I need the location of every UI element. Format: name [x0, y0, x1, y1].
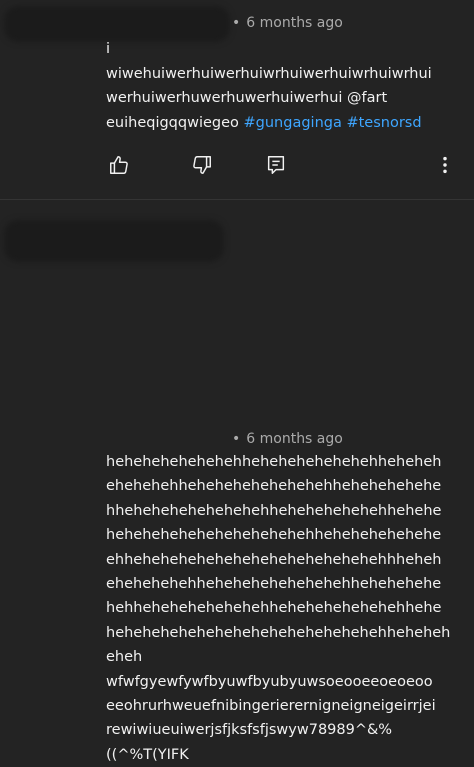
hashtag-link[interactable]: #gungaginga: [244, 115, 342, 131]
comment-timestamp: • 6 months ago: [232, 431, 343, 447]
comment-line: hehhehehehehehehehhehehehehehehehhehe: [106, 600, 442, 617]
dislike-button[interactable]: [189, 152, 215, 178]
meta-separator: •: [232, 15, 241, 31]
comment-line: ehehehehehhehehehehehehehehhehehehehe: [106, 576, 442, 593]
comment-line: eeohrurhweuefnibingerierernigneigneigeir…: [106, 698, 436, 715]
comment-text: i wiwehuiwerhuiwerhuiwrhuiwerhuiwrhuiwrh…: [106, 37, 466, 135]
thumbs-down-icon: [193, 156, 211, 174]
comment-line: eheh: [106, 649, 143, 666]
timestamp-text: 6 months ago: [246, 15, 343, 31]
comment-divider: [0, 199, 474, 200]
comment-line: euiheqigqqwiegeo: [106, 114, 239, 131]
comment-line: wiwehuiwerhuiwerhuiwrhuiwerhuiwrhuiwrhui: [106, 65, 432, 82]
comment-item: • 6 months ago hehehehehehehehheheheheheh…: [0, 206, 474, 763]
reply-comment-icon: [267, 156, 285, 174]
reply-button[interactable]: [263, 152, 289, 178]
comment-line: wfwfgyewfywfbyuwfbyubyuwsoeooeeoeoeoo: [106, 673, 433, 690]
comment-line: i: [106, 41, 111, 57]
comment-line: ((^%T(YIFK: [106, 746, 189, 763]
comment-line: rewiwiueuiwerjsfjksfsfjswyw78989^&%: [106, 722, 393, 739]
comment-line: ehhehehehehehehehehehehehehehehhheheh: [106, 551, 442, 568]
comment-line: hehehehehehehehhehehehehehehehheheheh: [106, 454, 442, 470]
redacted-author: [4, 220, 224, 262]
user-mention-link[interactable]: @fart: [347, 90, 387, 106]
more-actions-button[interactable]: [432, 152, 458, 178]
timestamp-text: 6 months ago: [246, 431, 343, 447]
hashtag-link[interactable]: #tesnorsd: [346, 115, 421, 131]
like-button[interactable]: [106, 152, 132, 178]
comment-line: ehehehehhehehehehehehehehhehehehehehe: [106, 478, 442, 495]
comment-text: hehehehehehehehhehehehehehehehheheheh eh…: [106, 450, 466, 767]
comment-line: hhehehehehehehehehhehehehehehehhehehe: [106, 502, 442, 519]
comment-line: hehehehehehehehehehehehehehehehheheheh: [106, 624, 451, 641]
comment-timestamp: • 6 months ago: [232, 15, 343, 31]
comment-item: • 6 months ago i wiwehuiwerhuiwerhuiwrhui…: [0, 0, 474, 196]
more-vertical-icon: [443, 156, 447, 174]
comment-line: hehehehehehehehehehehehhehehehehehehe: [106, 527, 442, 544]
thumbs-up-icon: [110, 156, 128, 174]
comment-actions: [0, 152, 474, 180]
comment-line: werhuiwerhuwerhuwerhuiwerhui: [106, 90, 343, 106]
meta-separator: •: [232, 431, 241, 447]
